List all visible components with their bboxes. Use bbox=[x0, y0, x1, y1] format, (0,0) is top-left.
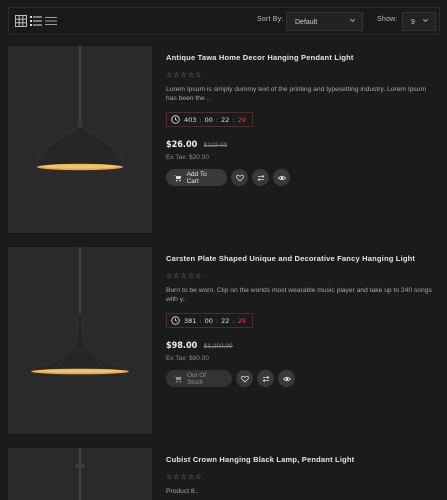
heart-icon bbox=[235, 174, 244, 182]
product-tax: Ex Tax: $80.00 bbox=[166, 355, 209, 362]
chevron-down-icon bbox=[423, 18, 428, 22]
compare-button[interactable] bbox=[257, 370, 274, 387]
product-title[interactable]: Antique Tawa Home Decor Hanging Pendant … bbox=[166, 53, 432, 63]
timer-minutes: 22 bbox=[221, 115, 230, 124]
product-item: Antique Tawa Home Decor Hanging Pendant … bbox=[8, 46, 440, 233]
compact-list-view-icon[interactable] bbox=[45, 15, 57, 27]
product-title[interactable]: Carsten Plate Shaped Unique and Decorati… bbox=[166, 254, 432, 264]
compare-icon bbox=[257, 174, 264, 181]
price-row: $98.00 $1,202.00 bbox=[166, 338, 432, 351]
product-item: Carsten Plate Shaped Unique and Decorati… bbox=[8, 247, 440, 434]
clock-icon bbox=[171, 115, 180, 124]
sort-by-value: Default bbox=[295, 19, 318, 26]
product-description: Product 8.. bbox=[166, 488, 199, 495]
timer-days: 381 bbox=[184, 316, 197, 325]
product-item: Cubist Crown Hanging Black Lamp, Pendant… bbox=[8, 448, 440, 500]
product-actions: Add To Cart bbox=[166, 169, 432, 186]
timer-seconds: 29 bbox=[237, 316, 246, 325]
product-toolbar: Sort By: Default Show: 9 bbox=[8, 7, 440, 35]
cart-button-label: Out Of Stock bbox=[186, 371, 207, 386]
product-tax: Ex Tax: $20.00 bbox=[166, 154, 209, 161]
eye-icon bbox=[282, 376, 291, 381]
product-image[interactable] bbox=[8, 247, 152, 434]
product-price: $26.00 bbox=[166, 140, 198, 150]
grid-view-icon[interactable] bbox=[15, 15, 27, 27]
product-image[interactable] bbox=[8, 448, 152, 500]
cart-button-label: Add To Cart bbox=[186, 170, 207, 185]
heart-icon bbox=[240, 375, 249, 383]
show-count-value: 9 bbox=[411, 19, 415, 26]
out-of-stock-button[interactable]: Out Of Stock bbox=[166, 370, 232, 387]
countdown-timer: 381: 00: 22: 29 bbox=[166, 313, 253, 328]
wishlist-button[interactable] bbox=[236, 370, 253, 387]
product-price: $98.00 bbox=[166, 341, 198, 351]
sort-by-select[interactable]: Default bbox=[286, 12, 363, 31]
product-old-price: $1,202.00 bbox=[203, 343, 233, 350]
eye-icon bbox=[277, 175, 286, 180]
product-description: Born to be worn. Clip on the worlds most… bbox=[166, 287, 432, 303]
timer-seconds: 29 bbox=[237, 115, 246, 124]
show-count-select[interactable]: 9 bbox=[402, 12, 436, 31]
cart-icon bbox=[174, 174, 182, 181]
product-actions: Out Of Stock bbox=[166, 370, 432, 387]
timer-minutes: 22 bbox=[221, 316, 230, 325]
quick-view-button[interactable] bbox=[273, 169, 290, 186]
compare-icon bbox=[262, 375, 269, 382]
timer-hours: 00 bbox=[204, 316, 213, 325]
countdown-timer: 403: 00: 22: 29 bbox=[166, 112, 253, 127]
cart-icon bbox=[174, 375, 182, 383]
product-image[interactable] bbox=[8, 46, 152, 233]
timer-days: 403 bbox=[184, 115, 197, 124]
rating-stars: ☆☆☆☆☆ bbox=[166, 72, 203, 79]
show-label: Show: bbox=[377, 16, 398, 23]
sort-by-label: Sort By: bbox=[257, 16, 284, 23]
chevron-down-icon bbox=[350, 18, 355, 22]
add-to-cart-button[interactable]: Add To Cart bbox=[166, 169, 227, 186]
list-view-icon[interactable] bbox=[30, 15, 42, 27]
rating-stars: ☆☆☆☆☆ bbox=[166, 273, 203, 280]
clock-icon bbox=[171, 316, 180, 325]
product-title[interactable]: Cubist Crown Hanging Black Lamp, Pendant… bbox=[166, 455, 432, 465]
product-description: Lorem Ipsum is simply dummy text of the … bbox=[166, 86, 427, 102]
product-old-price: $122.00 bbox=[203, 142, 228, 149]
quick-view-button[interactable] bbox=[278, 370, 295, 387]
compare-button[interactable] bbox=[252, 169, 269, 186]
wishlist-button[interactable] bbox=[231, 169, 248, 186]
timer-hours: 00 bbox=[204, 115, 213, 124]
rating-stars: ☆☆☆☆☆ bbox=[166, 474, 203, 481]
price-row: $26.00 $122.00 bbox=[166, 137, 432, 150]
